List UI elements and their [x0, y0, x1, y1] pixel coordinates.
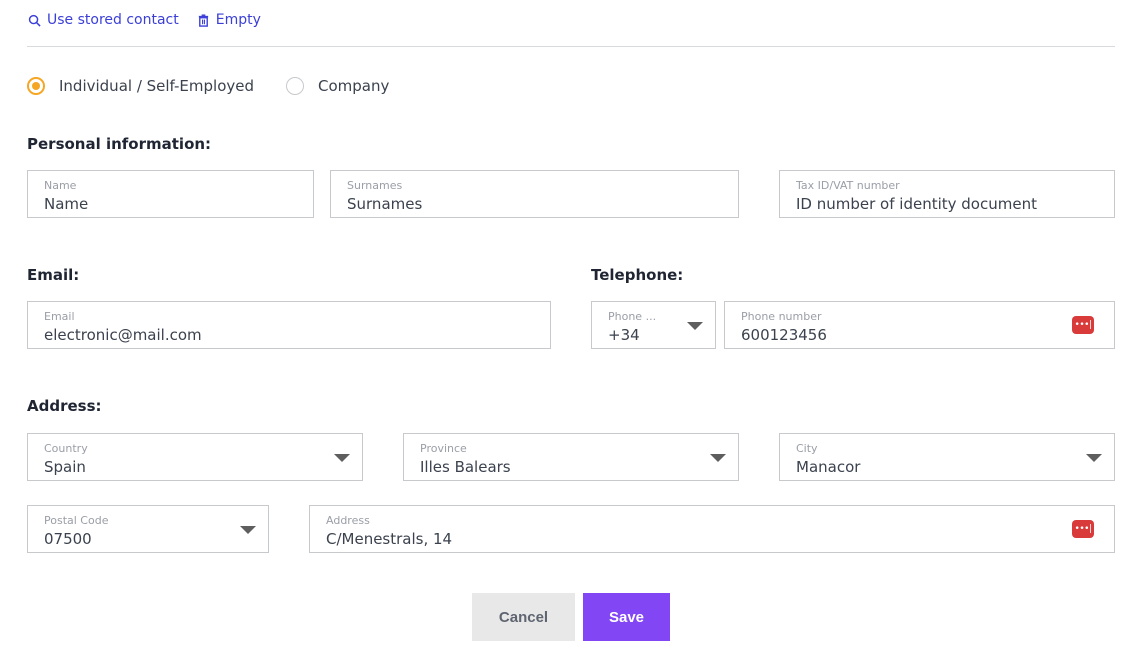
address-value: C/Menestrals, 14	[326, 530, 453, 548]
chevron-down-icon	[710, 454, 726, 462]
trash-icon	[198, 13, 208, 27]
radio-individual-label: Individual / Self-Employed	[59, 77, 255, 95]
postal-code-value: 07500	[44, 530, 92, 548]
search-icon	[28, 14, 41, 27]
address-label: Address	[326, 514, 370, 527]
tax-id-label: Tax ID/VAT number	[796, 179, 900, 192]
use-stored-contact-label: Use stored contact	[47, 12, 179, 28]
email-field[interactable]: Email electronic@mail.com	[27, 301, 551, 349]
tax-id-value: ID number of identity document	[796, 195, 1037, 213]
password-manager-icon[interactable]: •••|	[1072, 520, 1094, 538]
address-heading: Address:	[27, 397, 102, 415]
name-value: Name	[44, 195, 89, 213]
phone-prefix-select[interactable]: Phone ... +34	[591, 301, 716, 349]
phone-number-field[interactable]: Phone number 600123456 •••|	[724, 301, 1115, 349]
save-button[interactable]: Save	[583, 593, 670, 641]
divider	[27, 46, 1115, 47]
phone-number-value: 600123456	[741, 326, 827, 344]
name-field[interactable]: Name Name	[27, 170, 314, 218]
surnames-value: Surnames	[347, 195, 423, 213]
radio-selected-icon	[27, 77, 45, 95]
tax-id-field[interactable]: Tax ID/VAT number ID number of identity …	[779, 170, 1115, 218]
address-field[interactable]: Address C/Menestrals, 14 •••|	[309, 505, 1115, 553]
province-select[interactable]: Province Illes Balears	[403, 433, 739, 481]
password-manager-icon[interactable]: •••|	[1072, 316, 1094, 334]
radio-company-label: Company	[318, 77, 390, 95]
chevron-down-icon	[1086, 454, 1102, 462]
chevron-down-icon	[334, 454, 350, 462]
radio-company[interactable]: Company	[286, 77, 389, 95]
phone-prefix-label: Phone ...	[608, 310, 657, 323]
personal-info-heading: Personal information:	[27, 135, 212, 153]
radio-individual[interactable]: Individual / Self-Employed	[27, 77, 254, 95]
postal-code-select[interactable]: Postal Code 07500	[27, 505, 269, 553]
empty-link[interactable]: Empty	[197, 12, 261, 28]
province-value: Illes Balears	[420, 458, 511, 476]
email-label: Email	[44, 310, 75, 323]
name-label: Name	[44, 179, 77, 192]
phone-prefix-value: +34	[608, 326, 640, 344]
city-select[interactable]: City Manacor	[779, 433, 1115, 481]
chevron-down-icon	[687, 322, 703, 330]
email-value: electronic@mail.com	[44, 326, 202, 344]
surnames-label: Surnames	[347, 179, 403, 192]
city-label: City	[796, 442, 818, 455]
radio-unselected-icon	[286, 77, 305, 95]
toolbar: Use stored contact Empty	[28, 12, 261, 28]
cancel-button[interactable]: Cancel	[472, 593, 575, 641]
chevron-down-icon	[240, 526, 256, 534]
telephone-heading: Telephone:	[591, 266, 684, 284]
city-value: Manacor	[796, 458, 861, 476]
use-stored-contact-link[interactable]: Use stored contact	[28, 12, 179, 28]
country-label: Country	[44, 442, 88, 455]
country-value: Spain	[44, 458, 86, 476]
phone-number-label: Phone number	[741, 310, 822, 323]
entity-type-radio-group: Individual / Self-Employed Company	[27, 77, 389, 95]
country-select[interactable]: Country Spain	[27, 433, 363, 481]
empty-label: Empty	[215, 12, 261, 28]
province-label: Province	[420, 442, 467, 455]
surnames-field[interactable]: Surnames Surnames	[330, 170, 739, 218]
postal-code-label: Postal Code	[44, 514, 109, 527]
email-heading: Email:	[27, 266, 80, 284]
